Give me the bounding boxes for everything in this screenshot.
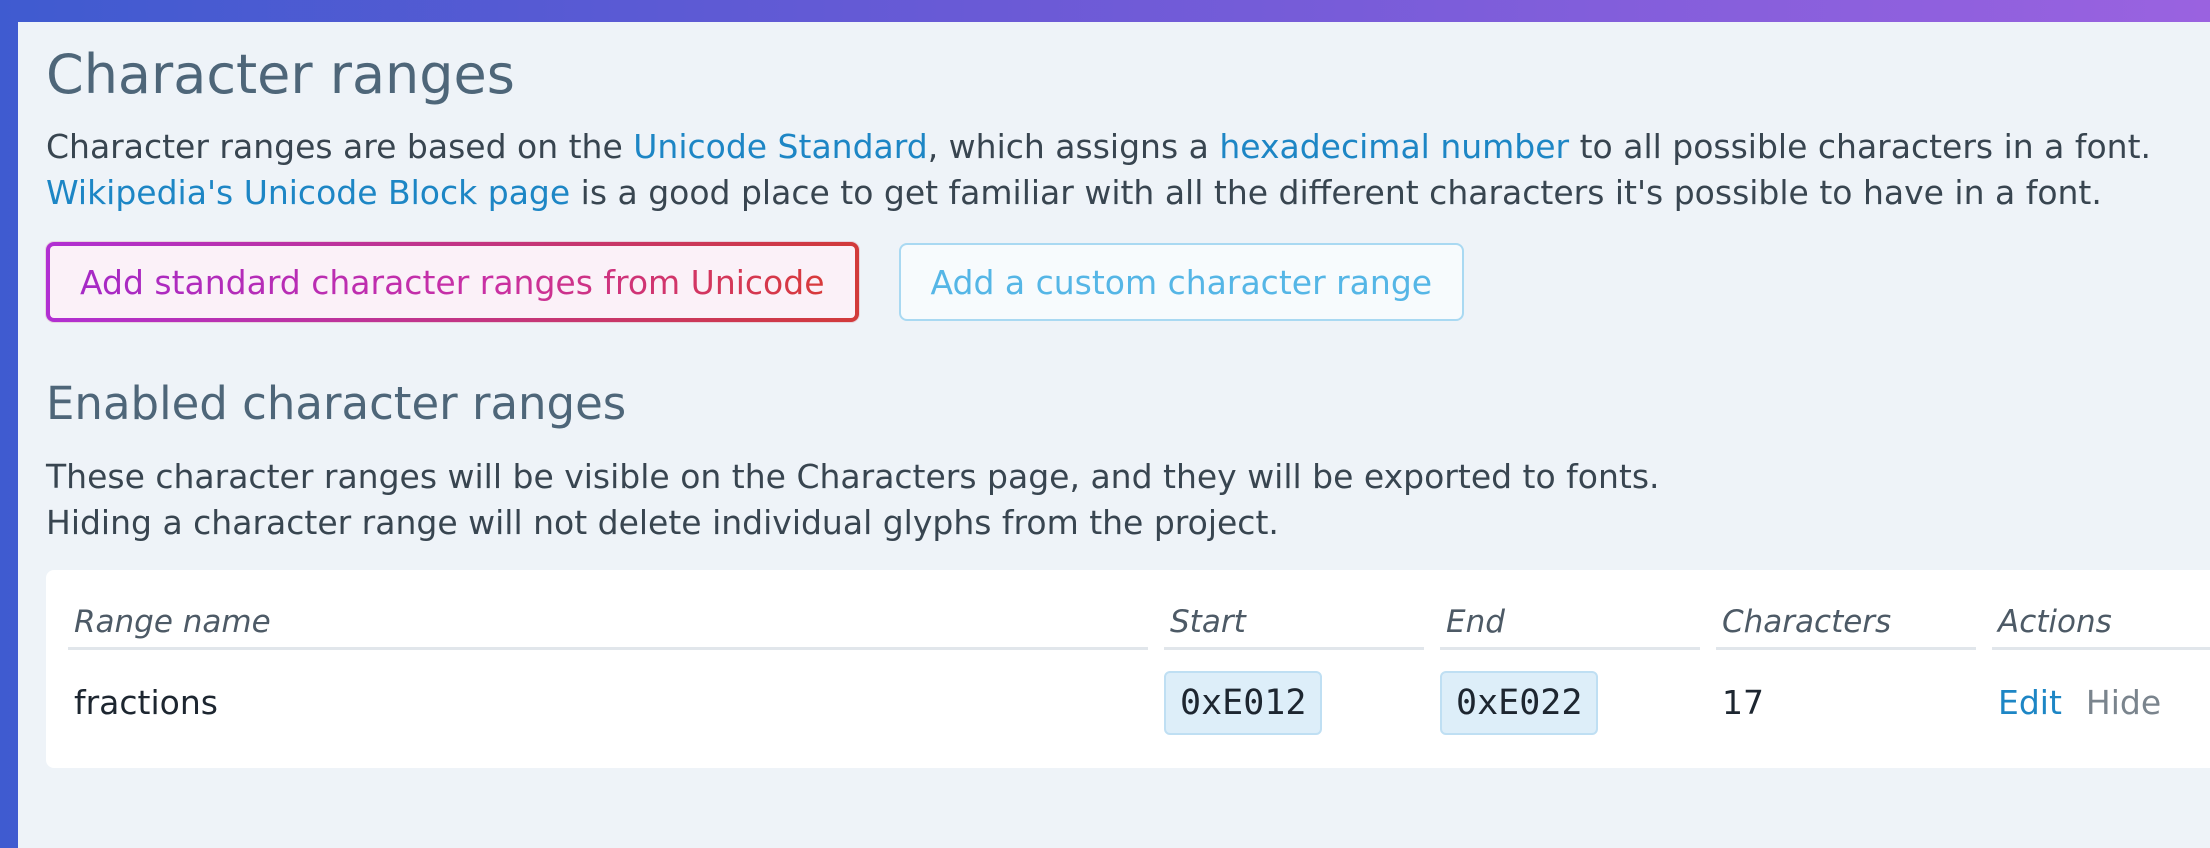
range-end-code: 0xE022 — [1440, 671, 1599, 735]
enabled-desc-line-1: These character ranges will be visible o… — [46, 457, 1660, 496]
page-content: Character ranges Character ranges are ba… — [46, 42, 2210, 768]
range-end-cell: 0xE022 — [1440, 670, 1599, 736]
column-header-range-name: Range name — [68, 594, 1148, 650]
range-name-cell: fractions — [74, 683, 218, 722]
hexadecimal-number-link[interactable]: hexadecimal number — [1219, 127, 1569, 166]
column-header-start: Start — [1164, 594, 1424, 650]
range-start-cell: 0xE012 — [1164, 670, 1323, 736]
range-characters-cell: 17 — [1722, 683, 1764, 722]
add-standard-ranges-button[interactable]: Add standard character ranges from Unico… — [46, 242, 859, 322]
column-header-actions: Actions — [1992, 594, 2210, 650]
range-actions-cell: Edit Hide — [1992, 670, 2161, 736]
intro-text-part: , which assigns a — [927, 127, 1220, 166]
column-header-characters: Characters — [1716, 594, 1976, 650]
intro-text-part: Character ranges are based on the — [46, 127, 634, 166]
range-start-code: 0xE012 — [1164, 671, 1323, 735]
edit-range-link[interactable]: Edit — [1998, 683, 2062, 722]
column-header-end: End — [1440, 594, 1700, 650]
ranges-table: Range name Start End Characters Actions … — [46, 570, 2210, 768]
intro-text: Character ranges are based on the Unicod… — [46, 124, 2210, 216]
button-row: Add standard character ranges from Unico… — [46, 242, 2210, 322]
add-custom-range-button[interactable]: Add a custom character range — [898, 243, 1465, 321]
enabled-ranges-description: These character ranges will be visible o… — [46, 454, 2210, 546]
intro-line-2: Wikipedia's Unicode Block page is a good… — [46, 170, 2210, 216]
unicode-standard-link[interactable]: Unicode Standard — [633, 127, 927, 166]
intro-text-part: to all possible characters in a font. — [1569, 127, 2152, 166]
intro-line-1: Character ranges are based on the Unicod… — [46, 124, 2210, 170]
enabled-ranges-heading: Enabled character ranges — [46, 377, 627, 430]
enabled-desc-line-2: Hiding a character range will not delete… — [46, 503, 1279, 542]
page-title: Character ranges — [46, 43, 515, 106]
hide-range-link[interactable]: Hide — [2086, 683, 2161, 722]
wikipedia-unicode-block-link[interactable]: Wikipedia's Unicode Block page — [46, 173, 570, 212]
intro-text-part: is a good place to get familiar with all… — [570, 173, 2102, 212]
main-panel: Character ranges Character ranges are ba… — [18, 22, 2210, 848]
add-standard-ranges-label: Add standard character ranges from Unico… — [80, 262, 825, 302]
